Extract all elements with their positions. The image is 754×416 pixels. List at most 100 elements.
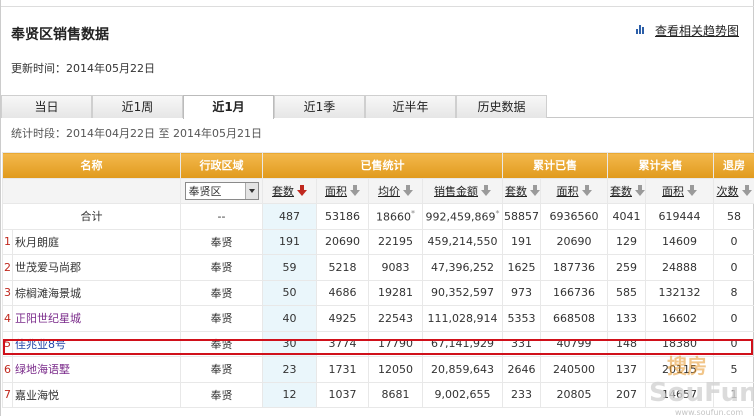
row-cum-area: 166736 [540, 279, 608, 306]
row-unsold-area: 20115 [645, 356, 714, 383]
sort-cum-units[interactable]: 套数 [505, 183, 540, 199]
row-cum-area: 668508 [540, 305, 608, 332]
row-cum-units: 5353 [502, 305, 541, 332]
total-cum-units: 58857 [502, 203, 541, 230]
project-name-link[interactable]: 正阳世纪星城 [12, 305, 181, 332]
total-cum-area: 6936560 [540, 203, 608, 230]
row-area: 20690 [316, 228, 369, 255]
sort-cum-area[interactable]: 面积 [543, 183, 605, 199]
row-amount: 111,028,914 [422, 305, 503, 332]
row-district: 奉贤 [180, 228, 263, 255]
tab-month[interactable]: 近1月 [183, 95, 274, 119]
top-divider [1, 6, 754, 7]
table-row[interactable]: 6 绿地海语墅 奉贤 23 1731 12050 20,859,643 2646 240500 1… [2, 356, 754, 383]
project-name-link[interactable]: 佳兆业8号 [12, 330, 181, 357]
sort-units[interactable]: 套数 [265, 183, 314, 199]
trend-chart-link[interactable]: 查看相关趋势图 [655, 22, 739, 39]
row-district: 奉贤 [180, 254, 263, 281]
row-index: 2 [2, 254, 13, 281]
total-unsold-area: 619444 [645, 203, 714, 230]
row-district: 奉贤 [180, 356, 263, 383]
asterisk-mark: * [411, 208, 415, 218]
sort-refund[interactable]: 次数 [716, 183, 752, 199]
row-refund: 0 [713, 228, 754, 255]
sort-row: 奉贤区 套数 面积 均价 销售金额 套数 面积 套数 面积 次数 [2, 177, 754, 204]
sort-unsold-units[interactable]: 套数 [610, 183, 645, 199]
row-avg-price: 17790 [368, 330, 423, 357]
header-row: 名称 行政区域 已售统计 累计已售 累计未售 退房 [2, 152, 754, 179]
chart-icon [636, 24, 646, 34]
col-cum-sold-header: 累计已售 [502, 152, 608, 179]
row-area: 4686 [316, 279, 369, 306]
sort-arrow-icon [581, 185, 592, 197]
sort-avg-price[interactable]: 均价 [371, 183, 420, 199]
row-cum-area: 40799 [540, 330, 608, 357]
row-unsold-units: 585 [607, 279, 646, 306]
sort-arrow-icon [481, 185, 491, 197]
row-unsold-units: 133 [607, 305, 646, 332]
row-refund: 5 [713, 356, 754, 383]
total-label: 合计 [2, 203, 181, 230]
row-refund: 0 [713, 305, 754, 332]
project-name-link[interactable]: 世茂爱马尚郡 [12, 254, 181, 281]
project-name-link[interactable]: 嘉业海悦 [12, 381, 181, 408]
table-row[interactable]: 7 嘉业海悦 奉贤 12 1037 8681 9,002,655 233 20805 207 146… [2, 381, 754, 408]
table-row[interactable]: 2 世茂爱马尚郡 奉贤 59 5218 9083 47,396,252 1625 187736 2… [2, 254, 754, 281]
sales-table: 名称 行政区域 已售统计 累计已售 累计未售 退房 奉贤区 套数 面积 均价 销… [2, 152, 754, 408]
row-unsold-units: 148 [607, 330, 646, 357]
row-amount: 47,396,252 [422, 254, 503, 281]
row-index: 4 [2, 305, 13, 332]
row-refund: 8 [713, 279, 754, 306]
row-cum-units: 2646 [502, 356, 541, 383]
table-row[interactable]: 5 佳兆业8号 奉贤 30 3774 17790 67,141,929 331 40799 148… [2, 330, 754, 357]
row-refund: 1 [713, 381, 754, 408]
row-unsold-area: 24888 [645, 254, 714, 281]
project-name-link[interactable]: 棕榈滩海景城 [12, 279, 181, 306]
row-units: 191 [262, 228, 317, 255]
row-cum-area: 20805 [540, 381, 608, 408]
row-amount: 67,141,929 [422, 330, 503, 357]
row-area: 3774 [316, 330, 369, 357]
row-refund: 0 [713, 330, 754, 357]
total-area: 53186 [316, 203, 369, 230]
tab-halfyear[interactable]: 近半年 [365, 95, 456, 118]
stat-period: 统计时段：2014年04月22日 至 2014年05月21日 [11, 127, 262, 140]
table-row[interactable]: 3 棕榈滩海景城 奉贤 50 4686 19281 90,352,597 973 166736 5… [2, 279, 754, 306]
tab-history[interactable]: 历史数据 [456, 95, 547, 118]
sales-panel: 奉贤区销售数据 更新时间：2014年05月22日 查看相关趋势图 当日 近1周 … [0, 0, 754, 416]
tab-week[interactable]: 近1周 [92, 95, 183, 118]
row-avg-price: 22195 [368, 228, 423, 255]
sort-amount[interactable]: 销售金额 [425, 183, 500, 199]
sort-unsold-area[interactable]: 面积 [648, 183, 711, 199]
total-unsold-units: 4041 [607, 203, 646, 230]
row-area: 4925 [316, 305, 369, 332]
row-index: 6 [2, 356, 13, 383]
project-name-link[interactable]: 秋月朗庭 [12, 228, 181, 255]
row-unsold-units: 137 [607, 356, 646, 383]
col-district-header: 行政区域 [180, 152, 263, 179]
tab-today[interactable]: 当日 [1, 95, 92, 118]
tab-quarter[interactable]: 近1季 [274, 95, 365, 118]
project-name-link[interactable]: 绿地海语墅 [12, 356, 181, 383]
row-area: 5218 [316, 254, 369, 281]
table-row[interactable]: 4 正阳世纪星城 奉贤 40 4925 22543 111,028,914 5353 66850… [2, 305, 754, 332]
row-index: 3 [2, 279, 13, 306]
row-cum-units: 191 [502, 228, 541, 255]
sort-area[interactable]: 面积 [319, 183, 366, 199]
row-district: 奉贤 [180, 305, 263, 332]
sort-arrow-icon [741, 185, 752, 197]
row-cum-area: 240500 [540, 356, 608, 383]
total-avg-price: 18660 [376, 210, 411, 224]
row-cum-units: 973 [502, 279, 541, 306]
row-amount: 20,859,643 [422, 356, 503, 383]
total-amount: 992,459,869 [425, 210, 496, 224]
period-tabs: 当日 近1周 近1月 近1季 近半年 历史数据 [1, 95, 754, 119]
total-district: -- [180, 203, 263, 230]
col-refund-header: 退房 [713, 152, 754, 179]
total-units: 487 [262, 203, 317, 230]
row-avg-price: 12050 [368, 356, 423, 383]
row-unsold-units: 259 [607, 254, 646, 281]
table-row[interactable]: 1 秋月朗庭 奉贤 191 20690 22195 459,214,550 191 20690 1… [2, 228, 754, 255]
district-select[interactable]: 奉贤区 [184, 181, 259, 200]
row-district: 奉贤 [180, 279, 263, 306]
